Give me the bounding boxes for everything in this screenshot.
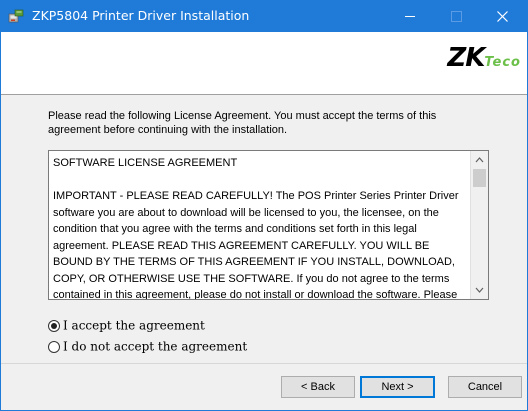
minimize-button[interactable] [387, 1, 433, 32]
accept-option[interactable]: I accept the agreement [48, 318, 205, 336]
decline-label: I do not accept the agreement [63, 339, 248, 354]
close-icon [496, 10, 508, 22]
accept-radio[interactable] [48, 319, 60, 332]
maximize-button [433, 1, 479, 32]
license-heading: SOFTWARE LICENSE AGREEMENT [53, 157, 238, 169]
cancel-button[interactable]: Cancel [448, 376, 522, 398]
installer-icon [8, 9, 24, 23]
logo-primary: ZK [447, 43, 485, 73]
minimize-icon [405, 15, 415, 17]
license-text: SOFTWARE LICENSE AGREEMENT IMPORTANT - P… [53, 155, 465, 300]
next-button[interactable]: Next > [360, 376, 435, 398]
header-banner: ZKTeco [1, 32, 527, 95]
close-button[interactable] [479, 1, 525, 32]
scroll-up-button[interactable] [471, 151, 488, 168]
accept-label: I accept the agreement [63, 318, 205, 333]
license-body: IMPORTANT - PLEASE READ CAREFULLY! The P… [53, 190, 459, 300]
intro-text: Please read the following License Agreem… [48, 110, 437, 136]
zkteco-logo: ZKTeco [447, 43, 521, 81]
chevron-down-icon [475, 287, 484, 293]
window-title: ZKP5804 Printer Driver Installation [32, 8, 250, 23]
license-textbox[interactable]: SOFTWARE LICENSE AGREEMENT IMPORTANT - P… [48, 150, 489, 300]
chevron-up-icon [475, 157, 484, 163]
decline-radio[interactable] [48, 340, 60, 353]
installer-window: ZKP5804 Printer Driver Installation ZKTe… [0, 0, 528, 411]
scroll-down-button[interactable] [471, 282, 488, 299]
vertical-scrollbar[interactable] [470, 151, 488, 299]
maximize-icon [450, 10, 462, 22]
scroll-thumb[interactable] [473, 169, 486, 187]
decline-option[interactable]: I do not accept the agreement [48, 339, 247, 357]
title-bar[interactable]: ZKP5804 Printer Driver Installation [1, 1, 527, 32]
back-button[interactable]: < Back [281, 376, 355, 398]
footer-divider [1, 363, 527, 364]
logo-secondary: Teco [484, 55, 521, 70]
